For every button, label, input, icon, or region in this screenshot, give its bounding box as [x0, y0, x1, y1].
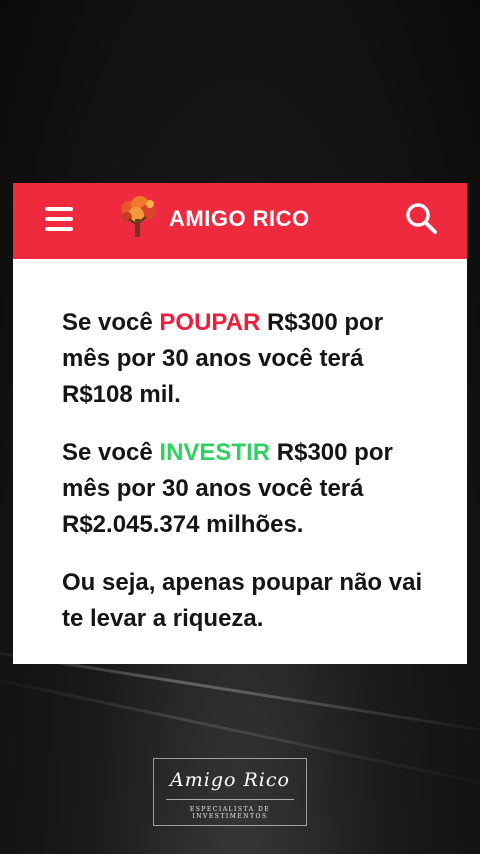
paragraph-investir: Se você INVESTIR R$300 por mês por 30 an…: [62, 439, 393, 538]
post-card: AMIGO RICO Se você POUPAR R$300 por mês …: [13, 183, 467, 664]
brand-name: AMIGO RICO: [169, 206, 310, 231]
post-content: Se você POUPAR R$300 por mês por 30 anos…: [13, 259, 467, 637]
highlight-investir: INVESTIR: [159, 439, 271, 466]
paragraph-conclusion: Ou seja, apenas poupar não vai te levar …: [62, 569, 423, 632]
paragraph-poupar: Se você POUPAR R$300 por mês por 30 anos…: [62, 309, 384, 408]
signature-divider: [166, 799, 294, 800]
signature-name: Amigo Rico: [170, 769, 290, 791]
signature-logo: Amigo Rico ESPECIALISTA DE INVESTIMENTOS: [153, 758, 307, 826]
highlight-poupar: POUPAR: [159, 309, 261, 336]
app-header: AMIGO RICO: [13, 183, 467, 259]
hamburger-menu-icon[interactable]: [45, 207, 73, 231]
signature-subtitle: ESPECIALISTA DE INVESTIMENTOS: [189, 806, 271, 820]
search-icon[interactable]: [404, 201, 440, 237]
tree-logo-icon: [121, 196, 156, 237]
